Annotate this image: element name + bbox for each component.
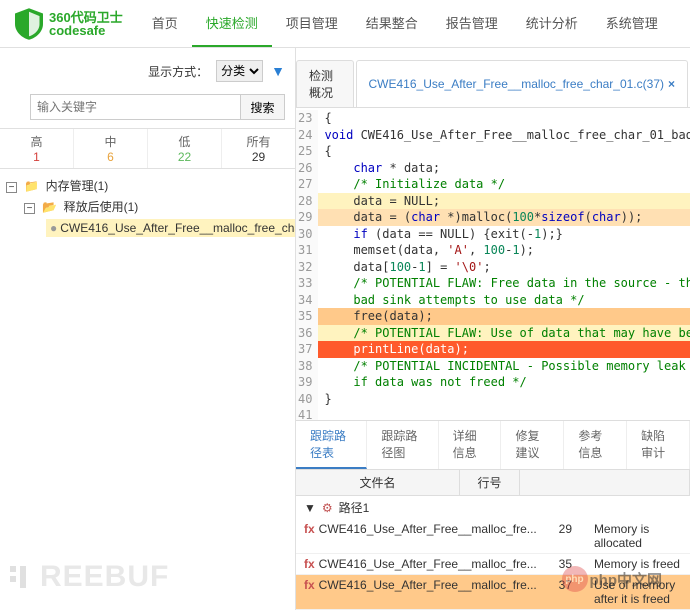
- tree-node-l1[interactable]: − 📁 内存管理(1): [2, 175, 293, 196]
- file-tabs: 检测概况 CWE416_Use_After_Free__malloc_free_…: [296, 60, 690, 108]
- sidebar: 显示方式： 分类 ▼ 搜索 高1中6低22所有29 − 📁 内存管理(1) − …: [0, 48, 296, 610]
- code-line: if (data == NULL) {exit(-1);}: [318, 226, 690, 243]
- display-mode-label: 显示方式：: [148, 63, 208, 80]
- trace-row[interactable]: fxCWE416_Use_After_Free__malloc_fre...37…: [296, 575, 690, 610]
- top-nav: 首页快速检测项目管理结果整合报告管理统计分析系统管理: [138, 0, 672, 47]
- code-line: }: [318, 391, 690, 408]
- code-line: char * data;: [318, 160, 690, 177]
- nav-item-0[interactable]: 首页: [138, 0, 192, 47]
- col-header-desc: [520, 470, 690, 495]
- col-header-file[interactable]: 文件名: [296, 470, 460, 495]
- code-line: data[100-1] = '\0';: [318, 259, 690, 276]
- nav-item-1[interactable]: 快速检测: [192, 0, 272, 47]
- nav-item-6[interactable]: 系统管理: [592, 0, 672, 47]
- display-mode-select[interactable]: 分类: [216, 60, 263, 82]
- search-button[interactable]: 搜索: [241, 94, 285, 120]
- code-line: printLine(data);: [318, 341, 690, 358]
- folder-open-icon: 📂: [42, 200, 57, 214]
- stat-低[interactable]: 低22: [148, 129, 222, 168]
- defect-tree: − 📁 内存管理(1) − 📂 释放后使用(1) ●CWE416_Use_Aft…: [0, 169, 295, 245]
- shield-icon: [15, 8, 43, 40]
- nav-item-5[interactable]: 统计分析: [512, 0, 592, 47]
- trace-row[interactable]: fxCWE416_Use_After_Free__malloc_fre...35…: [296, 554, 690, 575]
- bottom-tab-1[interactable]: 跟踪路径图: [367, 421, 438, 469]
- bottom-tab-4[interactable]: 参考信息: [564, 421, 627, 469]
- bottom-tab-2[interactable]: 详细信息: [439, 421, 502, 469]
- code-line: if data was not freed */: [318, 374, 690, 391]
- logo-text-en: codesafe: [49, 24, 123, 37]
- stat-高[interactable]: 高1: [0, 129, 74, 168]
- code-line: /* POTENTIAL FLAW: Use of data that may …: [318, 325, 690, 342]
- nav-item-4[interactable]: 报告管理: [432, 0, 512, 47]
- tab-file[interactable]: CWE416_Use_After_Free__malloc_free_char_…: [356, 60, 689, 107]
- trace-row[interactable]: fxCWE416_Use_After_Free__malloc_fre...29…: [296, 519, 690, 554]
- collapse-icon[interactable]: −: [6, 182, 17, 193]
- code-line: /* POTENTIAL FLAW: Free data in the sour…: [318, 275, 690, 292]
- header: 360代码卫士 codesafe 首页快速检测项目管理结果整合报告管理统计分析系…: [0, 0, 690, 48]
- logo: 360代码卫士 codesafe: [0, 8, 138, 40]
- folder-icon: 📁: [24, 179, 39, 193]
- bottom-tab-5[interactable]: 缺陷审计: [627, 421, 690, 469]
- code-line: /* Initialize data */: [318, 176, 690, 193]
- content: 检测概况 CWE416_Use_After_Free__malloc_free_…: [296, 48, 690, 610]
- tree-leaf[interactable]: ●CWE416_Use_After_Free__malloc_free_char…: [2, 217, 293, 239]
- stat-所有[interactable]: 所有29: [222, 129, 295, 168]
- code-editor[interactable]: 2324252627282930313233343536373839404142…: [296, 108, 690, 420]
- tree-node-l2[interactable]: − 📂 释放后使用(1): [2, 196, 293, 217]
- tab-overview[interactable]: 检测概况: [296, 60, 354, 107]
- close-icon[interactable]: ×: [668, 77, 675, 91]
- logo-text-cn: 360代码卫士: [49, 11, 123, 24]
- code-line: void CWE416_Use_After_Free__malloc_free_…: [318, 127, 690, 144]
- line-gutter: 2324252627282930313233343536373839404142…: [296, 110, 318, 420]
- code-line: bad sink attempts to use data */: [318, 292, 690, 309]
- code-line: {: [318, 110, 690, 127]
- filter-icon[interactable]: ▼: [271, 63, 285, 79]
- search-input[interactable]: [30, 94, 241, 120]
- code-line: free(data);: [318, 308, 690, 325]
- code-lines: {void CWE416_Use_After_Free__malloc_free…: [318, 110, 690, 420]
- code-line: [318, 407, 690, 420]
- code-line: /* POTENTIAL INCIDENTAL - Possible memor…: [318, 358, 690, 375]
- code-line: {: [318, 143, 690, 160]
- trace-path-row[interactable]: ▼ ⚙ 路径1: [296, 496, 690, 519]
- bullet-icon: ●: [50, 221, 57, 235]
- severity-stats: 高1中6低22所有29: [0, 128, 295, 169]
- code-line: data = NULL;: [318, 193, 690, 210]
- col-header-line[interactable]: 行号: [460, 470, 520, 495]
- collapse-icon[interactable]: −: [24, 203, 35, 214]
- code-line: data = (char *)malloc(100*sizeof(char));: [318, 209, 690, 226]
- trace-table: 文件名 行号 ▼ ⚙ 路径1 fxCWE416_Use_After_Free__…: [296, 470, 690, 610]
- bottom-tabs: 跟踪路径表跟踪路径图详细信息修复建议参考信息缺陷审计: [296, 420, 690, 470]
- bottom-tab-3[interactable]: 修复建议: [501, 421, 564, 469]
- nav-item-3[interactable]: 结果整合: [352, 0, 432, 47]
- code-line: memset(data, 'A', 100-1);: [318, 242, 690, 259]
- expand-icon[interactable]: ▼: [304, 501, 316, 515]
- path-icon: ⚙: [322, 501, 333, 515]
- bottom-tab-0[interactable]: 跟踪路径表: [296, 421, 367, 469]
- stat-中[interactable]: 中6: [74, 129, 148, 168]
- nav-item-2[interactable]: 项目管理: [272, 0, 352, 47]
